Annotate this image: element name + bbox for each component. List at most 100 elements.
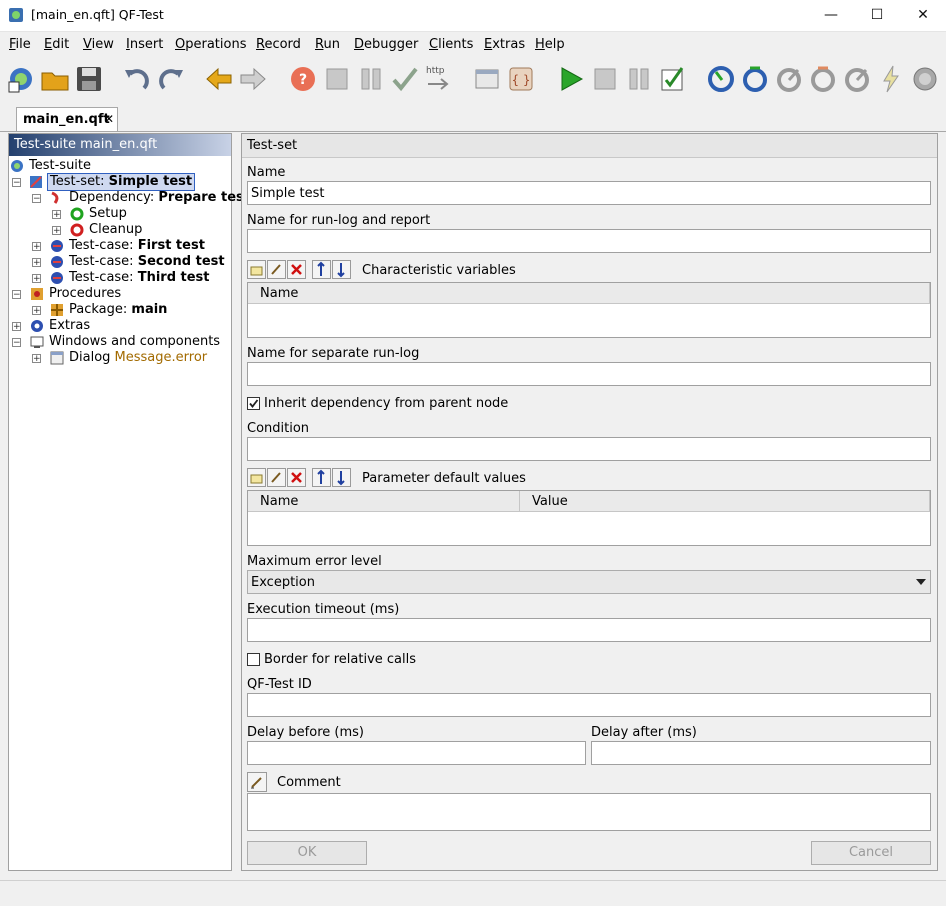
open-icon[interactable]: [40, 64, 70, 94]
column-header-name[interactable]: Name: [248, 283, 930, 304]
edit-row-button[interactable]: [267, 260, 286, 279]
move-param-down-button[interactable]: [332, 468, 351, 487]
ok-button[interactable]: OK: [247, 841, 367, 865]
expand-test-case-icon[interactable]: +: [32, 258, 41, 268]
add-param-button[interactable]: [247, 468, 266, 487]
skip-over-icon[interactable]: [808, 64, 838, 94]
edit-comment-button[interactable]: [247, 772, 267, 792]
execution-timeout-field[interactable]: [247, 618, 931, 642]
move-param-up-button[interactable]: [312, 468, 331, 487]
help-icon[interactable]: ?: [288, 64, 318, 94]
menu-help[interactable]: Help: [535, 37, 565, 52]
close-tab-icon[interactable]: ✕: [104, 112, 114, 126]
menu-edit[interactable]: Edit: [44, 37, 69, 52]
add-row-button[interactable]: [247, 260, 266, 279]
redo-icon[interactable]: [156, 64, 186, 94]
delete-param-button[interactable]: [287, 468, 306, 487]
menu-view[interactable]: View: [83, 37, 114, 52]
checklist-icon[interactable]: [658, 64, 688, 94]
procedures-icon: [31, 288, 43, 300]
undo-icon[interactable]: [122, 64, 152, 94]
expand-cleanup-icon[interactable]: +: [52, 226, 61, 236]
separate-runlog-field[interactable]: [247, 362, 931, 386]
comment-field[interactable]: [247, 793, 931, 831]
tab-main-en-qft[interactable]: main_en.qft ✕: [16, 107, 118, 131]
cancel-button[interactable]: Cancel: [811, 841, 931, 865]
characteristic-variables-table[interactable]: Name: [247, 282, 931, 338]
inherit-dependency-label: Inherit dependency from parent node: [264, 396, 509, 411]
tree-name: Prepare test: [158, 190, 250, 205]
delay-after-field[interactable]: [591, 741, 931, 765]
name-field[interactable]: Simple test: [247, 181, 931, 205]
collapse-dependency-icon[interactable]: −: [32, 194, 41, 204]
column-header-value[interactable]: Value: [520, 491, 930, 512]
maximize-button[interactable]: ☐: [854, 0, 900, 31]
condition-field[interactable]: [247, 437, 931, 461]
collapse-procedures-icon[interactable]: −: [12, 290, 21, 300]
inherit-dependency-checkbox[interactable]: [247, 397, 260, 410]
pause-run-icon[interactable]: [624, 64, 654, 94]
edit-row-icon: [271, 472, 281, 483]
back-icon[interactable]: [204, 64, 234, 94]
tree-name: Second test: [137, 254, 225, 269]
expand-test-case-icon[interactable]: +: [32, 242, 41, 252]
menu-insert[interactable]: Insert: [126, 37, 163, 52]
tree-name: Third test: [137, 270, 210, 285]
continue-icon[interactable]: [910, 64, 940, 94]
runlog-name-field[interactable]: [247, 229, 931, 253]
parameter-default-values-table[interactable]: Name Value: [247, 490, 931, 546]
http-icon[interactable]: http: [424, 64, 454, 94]
new-suite-icon[interactable]: [6, 64, 36, 94]
menu-extras[interactable]: Extras: [484, 37, 525, 52]
tree-type: Test-set:: [50, 174, 109, 189]
pause-icon[interactable]: [356, 64, 386, 94]
close-window-button[interactable]: ✕: [900, 0, 946, 31]
skip-out-icon[interactable]: [842, 64, 872, 94]
stop-run-icon[interactable]: [590, 64, 620, 94]
qftest-id-field[interactable]: [247, 693, 931, 717]
menu-operations[interactable]: Operations: [175, 37, 246, 52]
menu-clients[interactable]: Clients: [429, 37, 473, 52]
expand-dialog-icon[interactable]: +: [32, 354, 41, 364]
execution-timeout-label: Execution timeout (ms): [247, 602, 400, 617]
delete-row-button[interactable]: [287, 260, 306, 279]
move-down-button[interactable]: [332, 260, 351, 279]
expand-test-case-icon[interactable]: +: [32, 274, 41, 284]
expand-package-icon[interactable]: +: [32, 306, 41, 316]
play-icon[interactable]: [556, 64, 586, 94]
detail-header-title: Test-set: [247, 138, 298, 153]
menu-run[interactable]: Run: [315, 37, 340, 52]
minimize-button[interactable]: —: [808, 0, 854, 31]
move-up-button[interactable]: [312, 260, 331, 279]
dialog-icon: [50, 351, 64, 365]
package-icon: [51, 304, 63, 316]
expand-setup-icon[interactable]: +: [52, 210, 61, 220]
expand-extras-icon[interactable]: +: [12, 322, 21, 332]
stop-icon[interactable]: [322, 64, 352, 94]
border-relative-calls-checkbox[interactable]: [247, 653, 260, 666]
menu-record[interactable]: Record: [256, 37, 301, 52]
move-up-icon: [317, 469, 325, 484]
forward-icon[interactable]: [238, 64, 268, 94]
tree-label: Cleanup: [89, 222, 143, 237]
step-in-icon[interactable]: [706, 64, 736, 94]
collapse-windows-icon[interactable]: −: [12, 338, 21, 348]
tree-name: First test: [137, 238, 205, 253]
save-icon[interactable]: [74, 64, 104, 94]
column-header-name[interactable]: Name: [248, 491, 520, 512]
step-over-icon[interactable]: [740, 64, 770, 94]
window-icon[interactable]: [472, 64, 502, 94]
test-case-icon: [51, 240, 63, 252]
check-icon[interactable]: [390, 64, 420, 94]
component-icon[interactable]: { }: [506, 64, 536, 94]
svg-text:?: ?: [299, 72, 307, 88]
edit-param-button[interactable]: [267, 468, 286, 487]
collapse-test-set-icon[interactable]: −: [12, 178, 21, 188]
max-error-level-select[interactable]: Exception: [247, 570, 931, 594]
delay-before-field[interactable]: [247, 741, 586, 765]
menu-debugger[interactable]: Debugger: [354, 37, 418, 52]
lightning-icon[interactable]: [876, 64, 906, 94]
toolbar: ? http { }: [0, 59, 946, 101]
menu-file[interactable]: File: [9, 37, 31, 52]
step-out-icon[interactable]: [774, 64, 804, 94]
